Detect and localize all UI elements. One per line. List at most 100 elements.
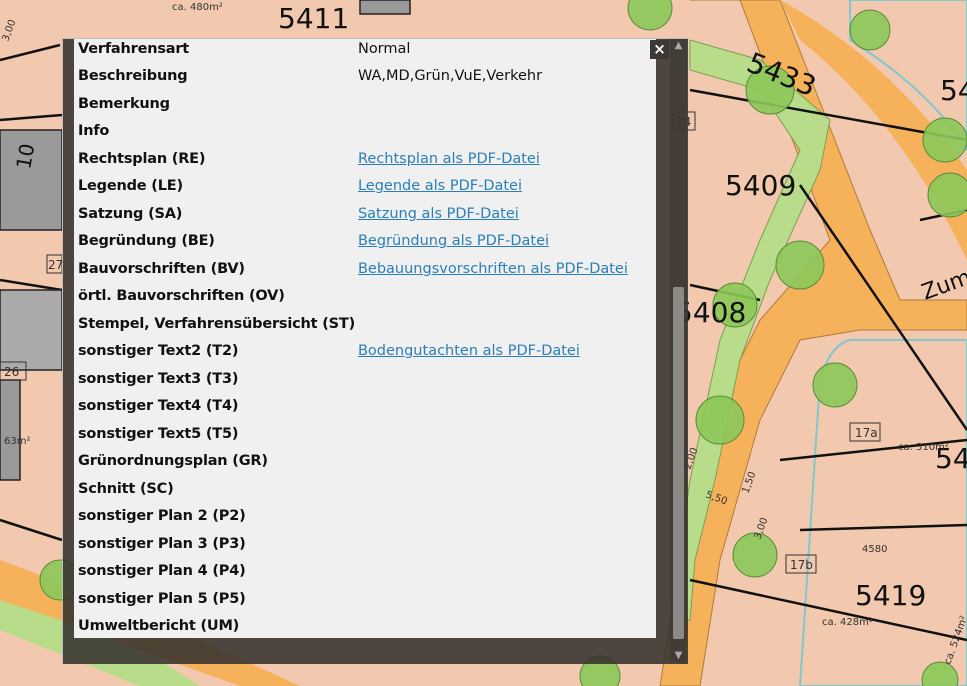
table-row: Stempel, Verfahrensübersicht (ST) [78, 310, 656, 338]
row-value: WA,MD,Grün,VuE,Verkehr [357, 68, 543, 85]
row-value [358, 283, 656, 311]
area-label: ca. 428m² [822, 617, 873, 628]
tree [927, 172, 967, 218]
parcel-number: 10 [11, 142, 39, 171]
tree [695, 395, 745, 445]
table-row: Bauvorschriften (BV) Bebauungsvorschrifte… [78, 255, 656, 283]
plot-label: 17b [790, 558, 813, 572]
table-row: Bemerkung [78, 90, 656, 118]
row-value [358, 558, 656, 586]
parcel-number: 54 [940, 74, 967, 107]
parcel-number: 5409 [725, 169, 796, 202]
row-key: Schnitt (SC) [78, 480, 174, 497]
row-key: Stempel, Verfahrensübersicht (ST) [78, 315, 355, 332]
table-row: sonstiger Plan 4 (P4) [78, 558, 656, 586]
row-value [358, 365, 656, 393]
row-key: Rechtsplan (RE) [78, 150, 206, 167]
row-key: sonstiger Text2 (T2) [78, 343, 239, 360]
table-row: sonstiger Plan 3 (P3) [78, 530, 656, 558]
tree [849, 9, 891, 51]
close-button[interactable]: × [650, 40, 669, 59]
parcel-number: 5419 [855, 579, 926, 612]
row-value: Normal [357, 40, 411, 57]
table-row: Verfahrensart Normal [78, 39, 656, 63]
row-value: Bodengutachten als PDF-Datei [358, 338, 656, 366]
row-value [358, 393, 656, 421]
row-key: sonstiger Text5 (T5) [78, 425, 239, 442]
row-key: Verfahrensart [78, 40, 190, 57]
pdf-link[interactable]: Begründung als PDF-Datei [358, 233, 549, 249]
row-key: Bemerkung [78, 95, 170, 112]
row-value [358, 118, 656, 146]
row-key: sonstiger Plan 3 (P3) [78, 535, 246, 552]
building [0, 379, 21, 481]
row-key: sonstiger Plan 5 (P5) [78, 590, 246, 607]
row-value: Legende als PDF-Datei [358, 173, 656, 201]
row-value [358, 420, 656, 448]
table-row: Umweltbericht (UM) [78, 613, 656, 639]
table-row: Schnitt (SC) [78, 475, 656, 503]
plot-label: 26 [4, 365, 19, 379]
row-key: Bauvorschriften (BV) [78, 260, 245, 277]
pdf-link[interactable]: Bodengutachten als PDF-Datei [358, 343, 580, 359]
area-label: ca. 310m² [898, 442, 949, 453]
row-key: sonstiger Plan 2 (P2) [78, 508, 246, 525]
table-row: sonstiger Text2 (T2) Bodengutachten als P… [78, 338, 656, 366]
row-key: sonstiger Text3 (T3) [78, 370, 239, 387]
row-value: Begründung als PDF-Datei [358, 228, 656, 256]
scroll-thumb[interactable] [673, 287, 684, 639]
row-value [358, 613, 656, 639]
table-row: Info [78, 118, 656, 146]
table-row: sonstiger Text5 (T5) [78, 420, 656, 448]
row-value: Satzung als PDF-Datei [358, 200, 656, 228]
row-key: Satzung (SA) [78, 205, 183, 222]
tree [775, 240, 825, 290]
table-row: örtl. Bauvorschriften (OV) [78, 283, 656, 311]
table-row: sonstiger Plan 5 (P5) [78, 585, 656, 613]
pdf-link[interactable]: Bebauungsvorschriften als PDF-Datei [358, 261, 628, 277]
scrollbar[interactable]: ▲ ▼ [670, 39, 687, 663]
table-row: Begründung (BE) Begründung als PDF-Datei [78, 228, 656, 256]
row-value [358, 530, 656, 558]
row-value [358, 475, 656, 503]
row-key: Begründung (BE) [78, 233, 215, 250]
row-value [358, 448, 656, 476]
table-row: sonstiger Text4 (T4) [78, 393, 656, 421]
pdf-link[interactable]: Rechtsplan als PDF-Datei [358, 151, 540, 167]
scroll-down-arrow[interactable]: ▼ [670, 649, 687, 663]
table-row: Beschreibung WA,MD,Grün,VuE,Verkehr [78, 63, 656, 91]
table-row: Rechtsplan (RE) Rechtsplan als PDF-Datei [78, 145, 656, 173]
pdf-link[interactable]: Legende als PDF-Datei [358, 178, 522, 194]
row-key: örtl. Bauvorschriften (OV) [78, 288, 285, 305]
row-key: sonstiger Plan 4 (P4) [78, 563, 246, 580]
row-key: sonstiger Text4 (T4) [78, 398, 239, 415]
popup-content[interactable]: Verfahrensart Normal Beschreibung WA,MD,Grü… [74, 39, 656, 638]
row-value [358, 310, 656, 338]
row-value: Rechtsplan als PDF-Datei [358, 145, 656, 173]
row-key: Info [78, 123, 110, 140]
area-label: 4580 [862, 544, 887, 555]
building [0, 289, 63, 371]
area-label: 63m² [4, 436, 30, 447]
building [359, 0, 411, 15]
plot-label: 17a [855, 426, 878, 440]
row-value [358, 585, 656, 613]
table-row: sonstiger Plan 2 (P2) [78, 503, 656, 531]
table-row: sonstiger Text3 (T3) [78, 365, 656, 393]
attribute-table: Verfahrensart Normal Beschreibung WA,MD,Grü… [78, 39, 656, 638]
row-value [358, 503, 656, 531]
tree [732, 532, 778, 578]
scroll-up-arrow[interactable]: ▲ [670, 39, 687, 53]
table-row: Legende (LE) Legende als PDF-Datei [78, 173, 656, 201]
pdf-link[interactable]: Satzung als PDF-Datei [358, 206, 519, 222]
info-popup: Verfahrensart Normal Beschreibung WA,MD,Grü… [62, 38, 688, 664]
row-value [358, 90, 656, 118]
row-key: Grünordnungsplan (GR) [78, 453, 268, 470]
plot-label: 27 [48, 258, 63, 272]
table-row: Satzung (SA) Satzung als PDF-Datei [78, 200, 656, 228]
row-key: Umweltbericht (UM) [78, 618, 240, 635]
row-value: Bebauungsvorschriften als PDF-Datei [358, 255, 656, 283]
table-row: Grünordnungsplan (GR) [78, 448, 656, 476]
tree [922, 117, 967, 163]
tree [812, 362, 858, 408]
